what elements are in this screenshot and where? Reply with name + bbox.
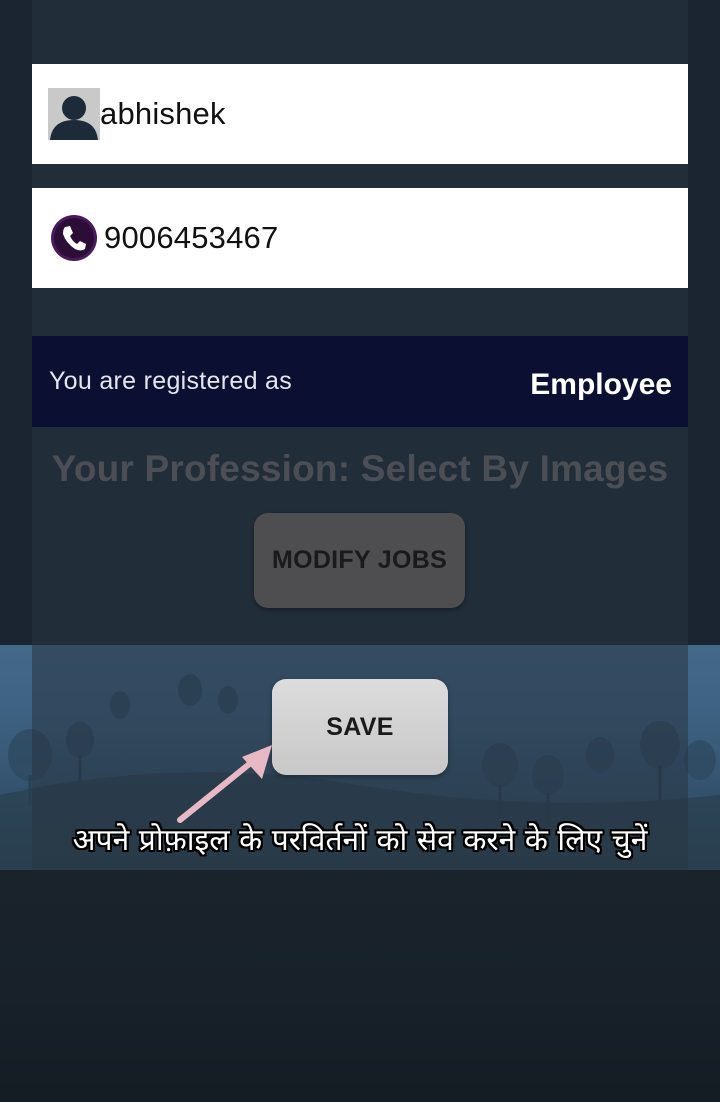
tutorial-hint: अपने प्रोफ़ाइल के परविर्तनों को सेव करने… xyxy=(72,823,648,858)
profession-heading: Your Profession: Select By Images xyxy=(51,448,669,489)
save-button[interactable]: SAVE xyxy=(272,679,448,775)
user-avatar-icon xyxy=(48,88,100,140)
name-value: abhishek xyxy=(100,96,226,131)
phone-value: 9006453467 xyxy=(104,220,279,255)
phone-icon xyxy=(51,215,97,261)
background-field xyxy=(0,870,720,1102)
registration-role: Employee xyxy=(530,367,672,401)
modify-jobs-button[interactable]: MODIFY JOBS xyxy=(254,513,465,608)
phone-field[interactable]: 9006453467 xyxy=(32,188,688,288)
registration-band: You are registered as Employee xyxy=(32,336,688,427)
registration-label: You are registered as xyxy=(49,367,293,395)
name-field[interactable]: abhishek xyxy=(32,64,688,164)
arrow-pointer-icon xyxy=(177,745,272,823)
